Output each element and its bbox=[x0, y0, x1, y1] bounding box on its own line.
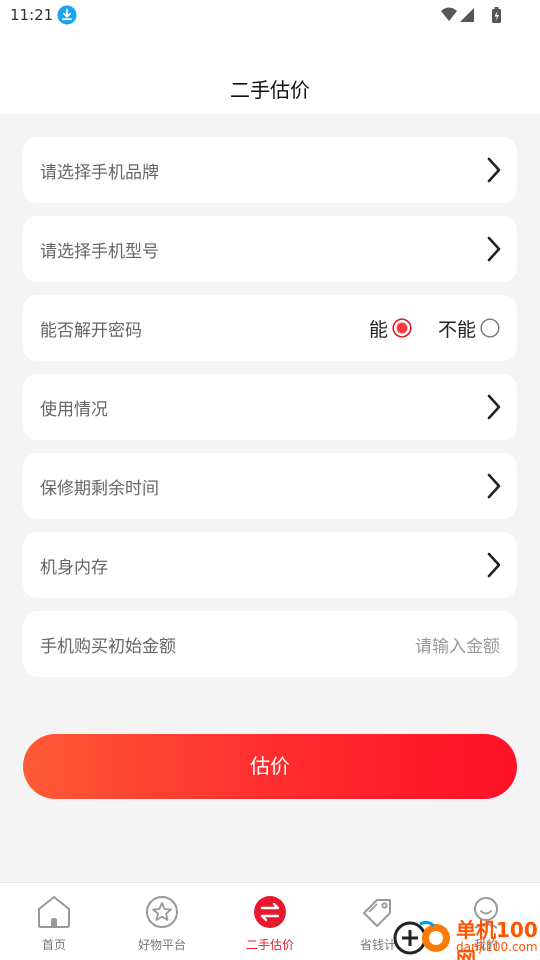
watermark-url: danji100.com bbox=[456, 940, 538, 954]
chevron-right-icon bbox=[487, 552, 501, 578]
price-label: 手机购买初始金额 bbox=[40, 637, 176, 657]
model-selector-row[interactable]: 请选择手机型号 bbox=[23, 216, 517, 282]
unlock-radio-group: 能 不能 bbox=[343, 314, 500, 342]
chevron-right-icon bbox=[487, 473, 501, 499]
tab-home[interactable]: 首页 bbox=[0, 883, 108, 960]
battery-charging-icon bbox=[492, 7, 501, 23]
option-no-label: 不能 bbox=[437, 318, 476, 341]
usage-selector-row[interactable]: 使用情况 bbox=[23, 374, 517, 440]
price-input[interactable]: 请输入金额 bbox=[415, 632, 500, 657]
tab-goods-platform[interactable]: 好物平台 bbox=[108, 883, 216, 960]
tab-second-hand-estimate[interactable]: 二手估价 bbox=[216, 883, 324, 960]
warranty-label: 保修期剩余时间 bbox=[40, 479, 159, 499]
unlock-label: 能否解开密码 bbox=[40, 321, 142, 341]
model-label: 请选择手机型号 bbox=[40, 242, 159, 262]
unlock-option-yes[interactable]: 能 bbox=[369, 315, 412, 342]
wifi-icon bbox=[441, 7, 457, 21]
chevron-right-icon bbox=[487, 394, 501, 420]
tab-goods-platform-label: 好物平台 bbox=[137, 938, 186, 952]
home-icon bbox=[38, 896, 70, 928]
watermark-logo-icon bbox=[393, 920, 450, 955]
status-time: 11:21 bbox=[10, 6, 54, 24]
status-bar: 11:21 bbox=[0, 0, 540, 34]
cellular-signal-icon bbox=[460, 8, 474, 22]
tab-second-hand-estimate-label: 二手估价 bbox=[245, 938, 294, 952]
unlock-password-row: 能否解开密码 能 不能 bbox=[23, 295, 517, 361]
chevron-right-icon bbox=[487, 236, 501, 262]
brand-selector-row[interactable]: 请选择手机品牌 bbox=[23, 137, 517, 203]
storage-label: 机身内存 bbox=[40, 558, 108, 578]
header-bar: 二手估价 bbox=[0, 34, 540, 114]
exchange-icon bbox=[254, 896, 286, 928]
usage-label: 使用情况 bbox=[40, 400, 108, 420]
chevron-right-icon bbox=[487, 157, 501, 183]
radio-unchecked-icon[interactable] bbox=[480, 318, 500, 338]
radio-checked-icon[interactable] bbox=[392, 318, 412, 338]
price-input-row: 手机购买初始金额 请输入金额 bbox=[23, 611, 517, 677]
warranty-selector-row[interactable]: 保修期剩余时间 bbox=[23, 453, 517, 519]
download-circle-icon bbox=[57, 5, 77, 25]
tag-icon bbox=[363, 899, 391, 927]
brand-label: 请选择手机品牌 bbox=[40, 163, 159, 183]
estimate-button[interactable]: 估价 bbox=[23, 734, 517, 799]
unlock-option-no[interactable]: 不能 bbox=[438, 315, 500, 342]
storage-selector-row[interactable]: 机身内存 bbox=[23, 532, 517, 598]
star-icon bbox=[146, 896, 178, 928]
site-watermark: 单机100网 danji100.com bbox=[392, 912, 540, 960]
page-title: 二手估价 bbox=[230, 78, 310, 102]
status-icons bbox=[441, 7, 501, 23]
tab-home-label: 首页 bbox=[41, 938, 66, 952]
option-yes-label: 能 bbox=[368, 318, 388, 341]
